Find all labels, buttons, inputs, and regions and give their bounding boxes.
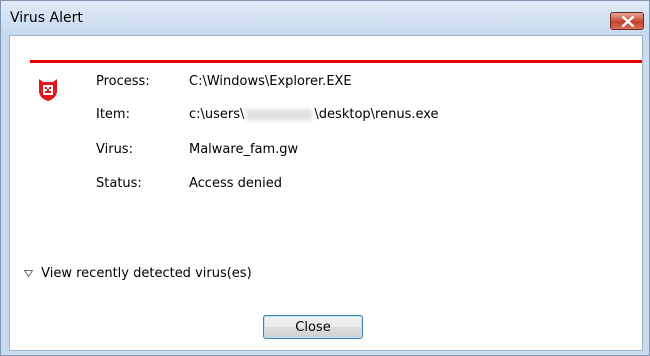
title-bar[interactable]: Virus Alert — [1, 1, 649, 35]
item-value: c:\users\ \desktop\renus.exe — [189, 107, 439, 122]
window-title: Virus Alert — [10, 10, 83, 26]
recent-viruses-expander[interactable]: View recently detected virus(es) — [24, 266, 252, 281]
virus-value: Malware_fam.gw — [189, 142, 299, 157]
triangle-down-icon — [24, 266, 41, 281]
status-value: Access denied — [189, 176, 282, 191]
close-button[interactable]: Close — [263, 315, 363, 339]
redacted-username — [246, 108, 313, 121]
recent-viruses-label: View recently detected virus(es) — [41, 266, 252, 281]
virus-alert-window: Virus Alert Process: C:\Windows\Explorer… — [0, 0, 650, 356]
status-label: Status: — [96, 176, 142, 191]
process-label: Process: — [96, 74, 150, 89]
shield-virus-icon — [37, 78, 59, 106]
dialog-content: Process: C:\Windows\Explorer.EXE Item: c… — [9, 35, 643, 351]
alert-divider — [30, 60, 642, 63]
item-label: Item: — [96, 107, 130, 122]
process-value: C:\Windows\Explorer.EXE — [189, 74, 352, 89]
item-path-prefix: c:\users\ — [189, 107, 245, 122]
item-path-suffix: \desktop\renus.exe — [314, 107, 439, 122]
window-close-button[interactable] — [610, 12, 644, 30]
virus-label: Virus: — [96, 142, 133, 157]
